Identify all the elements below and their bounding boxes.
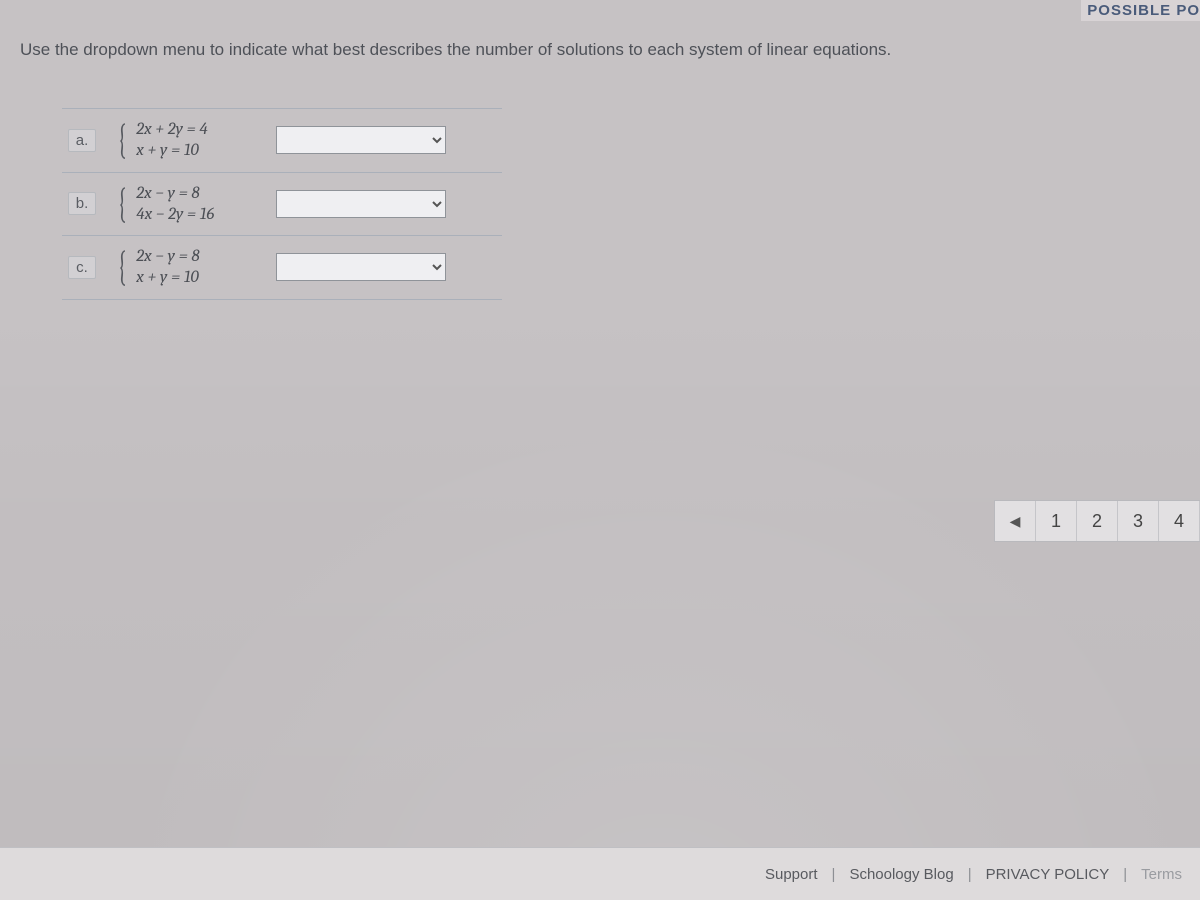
footer: Support | Schoology Blog | PRIVACY POLIC… bbox=[0, 847, 1200, 900]
footer-privacy-link[interactable]: PRIVACY POLICY bbox=[986, 866, 1110, 883]
question-prompt: Use the dropdown menu to indicate what b… bbox=[20, 38, 1180, 62]
item-row-b: b. { 2x − y = 8 4x − 2y = 16 bbox=[62, 173, 502, 237]
item-letter: b. bbox=[68, 192, 96, 215]
footer-separator: | bbox=[832, 866, 836, 883]
header-fragment: POSSIBLE PO bbox=[1081, 0, 1200, 21]
equation-system: { 2x + 2y = 4 x + y = 10 bbox=[114, 119, 264, 162]
question-items: a. { 2x + 2y = 4 x + y = 10 b. { 2x − y … bbox=[62, 108, 502, 300]
pager-page-3[interactable]: 3 bbox=[1118, 501, 1159, 541]
footer-separator: | bbox=[968, 866, 972, 883]
footer-support-link[interactable]: Support bbox=[765, 866, 818, 883]
brace-icon: { bbox=[118, 183, 127, 225]
item-row-a: a. { 2x + 2y = 4 x + y = 10 bbox=[62, 108, 502, 173]
equation-line: x + y = 10 bbox=[136, 140, 208, 161]
equation-line: x + y = 10 bbox=[136, 267, 199, 288]
pager-page-4[interactable]: 4 bbox=[1159, 501, 1200, 541]
footer-separator: | bbox=[1123, 866, 1127, 883]
footer-blog-link[interactable]: Schoology Blog bbox=[849, 866, 953, 883]
equation-system: { 2x − y = 8 x + y = 10 bbox=[114, 246, 264, 289]
background-shade bbox=[0, 300, 1200, 848]
footer-terms-link[interactable]: Terms bbox=[1141, 866, 1182, 883]
pagination: ◀ 1 2 3 4 bbox=[994, 500, 1200, 542]
pager-page-1[interactable]: 1 bbox=[1036, 501, 1077, 541]
item-letter: c. bbox=[68, 256, 96, 279]
pager-page-2[interactable]: 2 bbox=[1077, 501, 1118, 541]
answer-dropdown-c[interactable] bbox=[276, 253, 446, 281]
brace-icon: { bbox=[118, 246, 127, 288]
equation-line: 2x − y = 8 bbox=[136, 183, 214, 204]
pager-prev-button[interactable]: ◀ bbox=[995, 501, 1036, 541]
equation-line: 4x − 2y = 16 bbox=[136, 204, 214, 225]
item-letter: a. bbox=[68, 129, 96, 152]
equation-system: { 2x − y = 8 4x − 2y = 16 bbox=[114, 183, 264, 226]
brace-icon: { bbox=[118, 119, 127, 161]
equation-line: 2x + 2y = 4 bbox=[136, 119, 208, 140]
equation-line: 2x − y = 8 bbox=[136, 246, 199, 267]
item-row-c: c. { 2x − y = 8 x + y = 10 bbox=[62, 236, 502, 300]
answer-dropdown-a[interactable] bbox=[276, 126, 446, 154]
answer-dropdown-b[interactable] bbox=[276, 190, 446, 218]
